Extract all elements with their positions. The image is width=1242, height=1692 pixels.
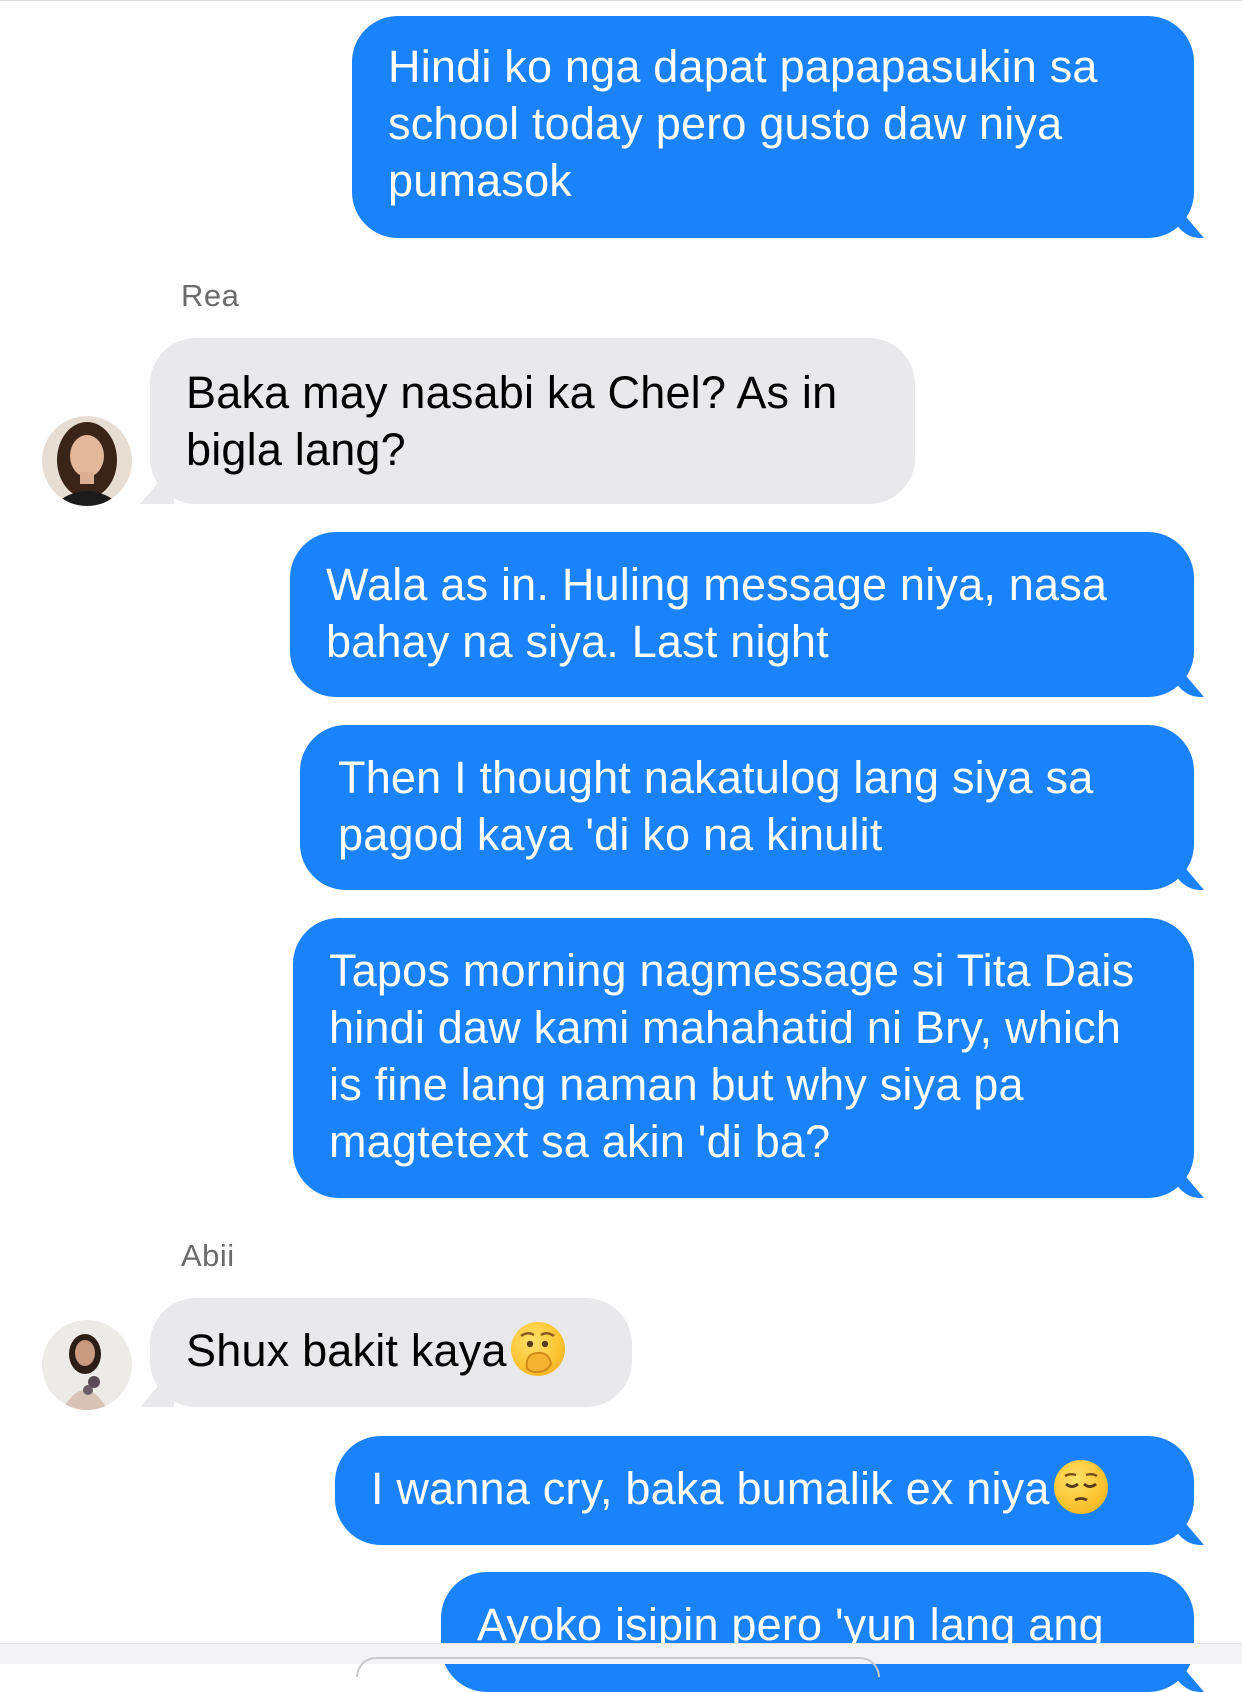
outgoing-message-bubble[interactable]: I wanna cry, baka bumalik ex niya (335, 1436, 1194, 1545)
message-text: I wanna cry, baka bumalik ex niya (371, 1463, 1050, 1514)
message-input-field[interactable] (356, 1657, 880, 1677)
sender-name: Rea (181, 278, 240, 313)
outgoing-message-bubble[interactable]: Tapos morning nagmessage si Tita Dais hi… (293, 918, 1194, 1198)
avatar-photo-icon (42, 416, 132, 506)
sender-name: Abii (181, 1238, 235, 1273)
outgoing-message-bubble[interactable]: Hindi ko nga dapat papapasukin sa school… (352, 16, 1194, 238)
avatar-photo-icon (42, 1320, 132, 1410)
message-text: Then I thought nakatulog lang siya sa pa… (338, 752, 1094, 860)
outgoing-message-bubble[interactable]: Then I thought nakatulog lang siya sa pa… (300, 725, 1194, 890)
message-text: Wala as in. Huling message niya, nasa ba… (326, 559, 1108, 667)
outgoing-message-bubble[interactable]: Wala as in. Huling message niya, nasa ba… (290, 532, 1194, 697)
avatar-abii[interactable] (42, 1320, 132, 1410)
message-thread[interactable]: Hindi ko nga dapat papapasukin sa school… (0, 0, 1242, 1692)
incoming-message-bubble[interactable]: Baka may nasabi ka Chel? As in bigla lan… (150, 338, 915, 504)
avatar-rea[interactable] (42, 416, 132, 506)
message-input-bar (0, 1643, 1242, 1677)
message-text: Shux bakit kaya (186, 1325, 507, 1376)
message-text: Hindi ko nga dapat papapasukin sa school… (388, 41, 1098, 206)
message-text: Tapos morning nagmessage si Tita Dais hi… (329, 945, 1135, 1167)
message-text: Baka may nasabi ka Chel? As in bigla lan… (186, 367, 838, 475)
pensive-face-emoji (1053, 1460, 1108, 1514)
face-with-hand-over-mouth-emoji (510, 1322, 565, 1376)
incoming-message-bubble[interactable]: Shux bakit kaya (150, 1298, 632, 1407)
